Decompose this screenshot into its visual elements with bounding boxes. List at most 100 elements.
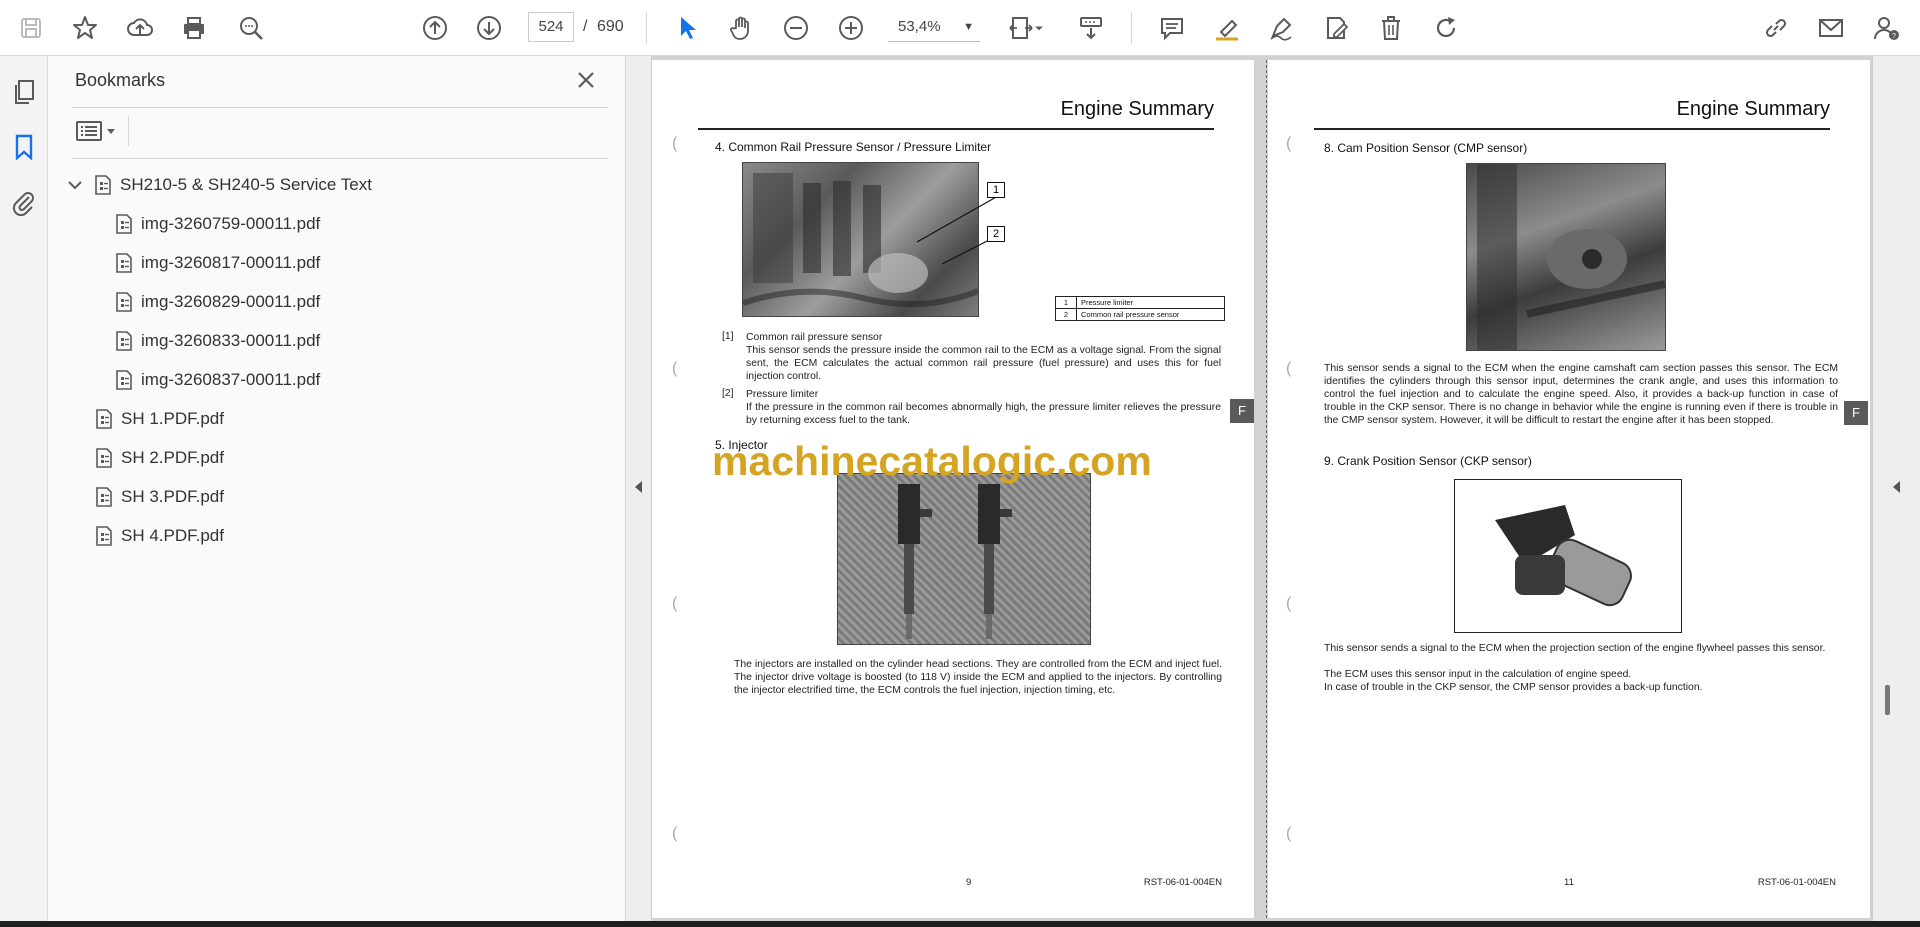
header-rule	[698, 128, 1214, 130]
panel-toolbar-divider	[128, 116, 129, 146]
legend-text: Common rail pressure sensor	[1081, 310, 1180, 319]
account-user-icon[interactable]: ?	[1868, 10, 1904, 46]
edit-text-icon[interactable]	[1318, 10, 1354, 46]
injector-description: The injectors are installed on the cylin…	[734, 659, 1222, 696]
bookmark-label: img-3260837-00011.pdf	[141, 370, 321, 389]
legend-row: 2 Common rail pressure sensor	[1056, 308, 1224, 320]
right-panel-handle[interactable]	[1872, 56, 1920, 921]
injector-photo	[837, 473, 1091, 645]
ckp-description-2: The ECM uses this sensor input in the ca…	[1324, 669, 1632, 680]
bookmark-item[interactable]: img-3260833-00011.pdf	[113, 327, 320, 355]
item-marker: [1]	[722, 331, 734, 342]
cmp-description: This sensor sends a signal to the ECM wh…	[1324, 363, 1838, 426]
section-heading: 8. Cam Position Sensor (CMP sensor)	[1324, 141, 1528, 155]
draw-pen-icon[interactable]	[1263, 10, 1299, 46]
bookmark-file-icon	[95, 175, 111, 195]
chevron-left-icon[interactable]	[633, 479, 645, 495]
page-header: Engine Summary	[1060, 98, 1214, 120]
bookmark-item[interactable]: SH210-5 & SH240-5 Service Text	[66, 171, 372, 199]
bookmark-file-icon	[96, 526, 112, 546]
bookmark-item[interactable]: SH 2.PDF.pdf	[93, 444, 224, 472]
bookmark-file-icon	[116, 253, 132, 273]
bookmark-label: SH 3.PDF.pdf	[121, 487, 224, 506]
bookmark-item[interactable]: SH 1.PDF.pdf	[93, 405, 224, 433]
attachments-paperclip-icon[interactable]	[10, 189, 38, 217]
watermark-text: machinecatalogic.com	[712, 438, 1152, 484]
page-number: 9	[966, 877, 972, 888]
callout-label-1: 1	[987, 182, 1005, 198]
chevron-down-icon[interactable]	[66, 176, 84, 194]
document-code: RST-06-01-004EN	[1143, 877, 1222, 888]
select-cursor-icon[interactable]	[669, 10, 705, 46]
chevron-left-icon[interactable]	[1891, 479, 1903, 495]
chevron-down-icon: ▼	[963, 21, 974, 33]
legend-number: 1	[1056, 297, 1077, 308]
previous-page-icon[interactable]	[417, 10, 453, 46]
redo-rotate-icon[interactable]	[1428, 10, 1464, 46]
comment-icon[interactable]	[1154, 10, 1190, 46]
bookmark-label: img-3260833-00011.pdf	[141, 331, 321, 350]
highlight-pen-icon[interactable]	[1209, 10, 1245, 46]
email-envelope-icon[interactable]	[1813, 10, 1849, 46]
toolbar-divider	[1131, 12, 1132, 44]
page-divider	[1266, 60, 1267, 918]
binding-hole: (	[1286, 360, 1292, 377]
current-page-input[interactable]: 524	[528, 12, 574, 42]
header-rule	[1314, 128, 1830, 130]
bookmark-item[interactable]: SH 4.PDF.pdf	[93, 522, 224, 550]
share-link-icon[interactable]	[1758, 10, 1794, 46]
zoom-level-select[interactable]: 53,4% ▼	[888, 12, 980, 42]
bookmark-label: SH 2.PDF.pdf	[121, 448, 224, 467]
page-fit-chevron-icon[interactable]	[1030, 10, 1048, 46]
print-icon[interactable]	[176, 10, 212, 46]
scroll-mode-icon[interactable]	[1073, 10, 1109, 46]
binding-hole: (	[672, 360, 678, 377]
bookmark-label: SH 4.PDF.pdf	[121, 526, 224, 545]
document-page-left: Engine Summary ( ( ( ( 4. Common Rail Pr…	[652, 60, 1254, 918]
bookmark-file-icon	[116, 292, 132, 312]
bookmarks-panel: Bookmarks SH210-5 & SH240-5 Service Text…	[48, 56, 626, 921]
upload-cloud-icon[interactable]	[122, 10, 158, 46]
bookmark-file-icon	[96, 487, 112, 507]
close-icon[interactable]	[574, 68, 598, 92]
vertical-scrollbar-thumb[interactable]	[1885, 685, 1890, 715]
document-viewer[interactable]: Engine Summary ( ( ( ( 4. Common Rail Pr…	[652, 56, 1872, 921]
bookmark-label: img-3260759-00011.pdf	[141, 214, 321, 233]
bookmark-item[interactable]: img-3260817-00011.pdf	[113, 249, 320, 277]
bookmark-star-icon[interactable]	[67, 10, 103, 46]
total-pages: 690	[597, 18, 624, 35]
ckp-sensor-photo	[1454, 479, 1682, 633]
legend-table: 1 Pressure limiter 2 Common rail pressure …	[1055, 296, 1225, 321]
section-tab-f: F	[1844, 401, 1868, 425]
svg-text:?: ?	[1892, 33, 1896, 40]
bookmark-item[interactable]: img-3260829-00011.pdf	[113, 288, 320, 316]
toolbar-divider	[646, 12, 647, 44]
binding-hole: (	[672, 595, 678, 612]
hand-tool-icon[interactable]	[723, 10, 759, 46]
page-number: 11	[1564, 877, 1574, 888]
bookmark-options-button[interactable]	[75, 119, 125, 143]
zoom-level-value: 53,4%	[898, 18, 941, 35]
bookmark-label: SH 1.PDF.pdf	[121, 409, 224, 428]
binding-hole: (	[1286, 135, 1292, 152]
bookmark-item[interactable]: SH 3.PDF.pdf	[93, 483, 224, 511]
zoom-out-icon[interactable]	[778, 10, 814, 46]
bookmark-item[interactable]: img-3260837-00011.pdf	[113, 366, 320, 394]
bookmark-file-icon	[116, 331, 132, 351]
callout-lines	[916, 191, 1006, 265]
save-icon[interactable]	[13, 10, 49, 46]
legend-text: Pressure limiter	[1081, 298, 1134, 307]
document-code: RST-06-01-004EN	[1757, 877, 1836, 888]
zoom-in-icon[interactable]	[833, 10, 869, 46]
bookmark-file-icon	[116, 370, 132, 390]
bookmarks-ribbon-icon[interactable]	[10, 133, 38, 161]
find-zoom-icon[interactable]	[233, 10, 269, 46]
delete-trash-icon[interactable]	[1373, 10, 1409, 46]
page-thumbnails-icon[interactable]	[10, 78, 38, 106]
page-separator: /	[583, 18, 588, 35]
bookmark-item[interactable]: img-3260759-00011.pdf	[113, 210, 320, 238]
bottom-edge	[0, 921, 1920, 927]
bookmark-label: img-3260829-00011.pdf	[141, 292, 321, 311]
collapse-panel-handle[interactable]	[626, 56, 652, 921]
next-page-icon[interactable]	[471, 10, 507, 46]
